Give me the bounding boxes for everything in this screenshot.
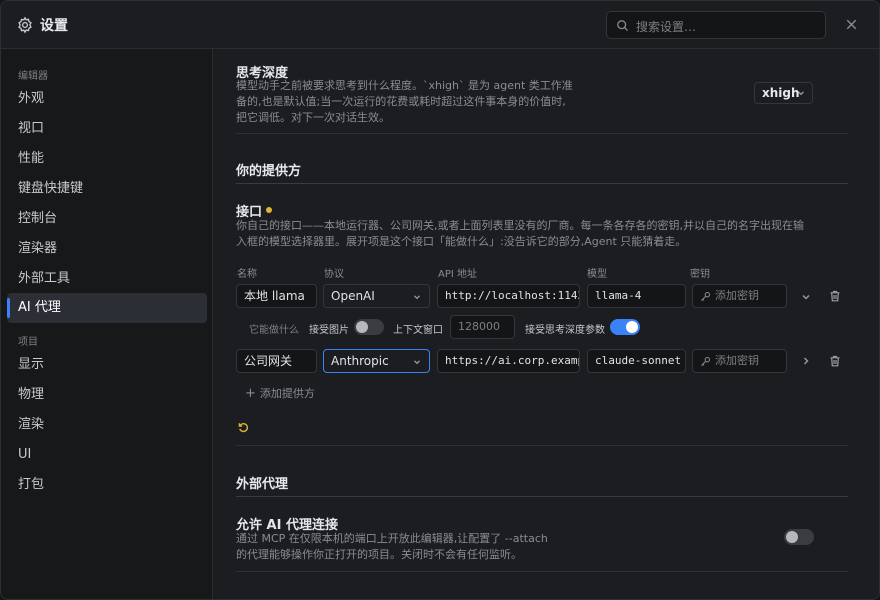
divider: [236, 183, 848, 184]
provider-key-placeholder: 添加密钥: [715, 289, 759, 302]
chevron-down-icon: [798, 91, 804, 96]
external-agents-section-title: 外部代理: [236, 477, 289, 492]
thinking-depth-value: xhigh: [762, 86, 800, 100]
context-window-input[interactable]: 128000: [450, 315, 515, 339]
settings-header: 设置 搜索设置…: [1, 1, 879, 49]
sidebar-item-appearance[interactable]: 外观: [7, 84, 207, 114]
accept-thinking-toggle[interactable]: [610, 319, 640, 335]
sidebar-group-project: 项目: [18, 337, 38, 348]
key-icon: [701, 291, 711, 301]
context-window-label: 上下文窗口: [393, 325, 443, 336]
sidebar-item-shortcuts[interactable]: 键盘快捷键: [7, 174, 207, 204]
provider-model-input[interactable]: claude-sonnet: [587, 349, 686, 373]
sidebar-item-ui[interactable]: UI: [7, 440, 207, 470]
sidebar-item-viewport[interactable]: 视口: [7, 114, 207, 144]
column-header-api-url: API 地址: [438, 269, 477, 280]
external-desc-line-2: 的代理能够操作你正打开的项目。关闭时不会有任何监听。: [236, 548, 522, 561]
endpoint-desc-line-1: 你自己的接口——本地运行器、公司网关,或者上面列表里没有的厂商。每一条各存各的密…: [236, 219, 804, 232]
sidebar-item-ai-agent[interactable]: AI 代理: [7, 293, 207, 323]
sidebar-item-console[interactable]: 控制台: [7, 204, 207, 234]
thinking-depth-select[interactable]: xhigh: [754, 82, 813, 104]
accept-thinking-label: 接受思考深度参数: [525, 325, 605, 336]
thinking-desc-line-3: 把它调低。对下一次对话生效。: [236, 111, 390, 124]
column-header-key: 密钥: [690, 269, 710, 280]
divider: [236, 133, 848, 134]
external-desc-line-1: 通过 MCP 在仅限本机的端口上开放此编辑器,让配置了 --attach: [236, 532, 548, 545]
thinking-desc-line-2: 备的,也是默认值;当一次运行的花费或耗时超过这件事本身的价值时,: [236, 95, 566, 108]
sidebar-item-display[interactable]: 显示: [7, 350, 207, 380]
sidebar-item-external-tools[interactable]: 外部工具: [7, 264, 207, 294]
divider: [236, 571, 848, 572]
thinking-desc-line-1: 模型动手之前被要求思考到什么程度。`xhigh` 是为 agent 类工作准: [236, 79, 573, 92]
provider-api-url-input[interactable]: https://ai.corp.example: [437, 349, 580, 373]
provider-protocol-select[interactable]: OpenAI: [323, 284, 430, 308]
close-icon[interactable]: [844, 17, 859, 32]
sidebar-item-packaging[interactable]: 打包: [7, 470, 207, 500]
trash-icon[interactable]: [828, 289, 842, 303]
reset-icon[interactable]: [237, 421, 250, 434]
provider-protocol-select[interactable]: Anthropic: [323, 349, 430, 373]
allow-agent-connect-description: 通过 MCP 在仅限本机的端口上开放此编辑器,让配置了 --attach 的代理…: [236, 531, 596, 563]
plus-icon: +: [245, 386, 256, 401]
provider-key-input[interactable]: 添加密钥: [692, 349, 787, 373]
chevron-down-icon[interactable]: [799, 290, 813, 304]
column-header-name: 名称: [237, 269, 257, 280]
column-header-model: 模型: [587, 269, 607, 280]
divider: [236, 496, 848, 497]
chevron-down-icon: [414, 295, 420, 300]
endpoint-desc-line-2: 入框的模型选择器里。展开项是这个接口「能做什么」:没告诉它的部分,Agent 只…: [236, 235, 687, 248]
unsaved-indicator: [266, 207, 272, 213]
allow-agent-connect-toggle[interactable]: [784, 529, 814, 545]
provider-name-input[interactable]: 公司网关: [236, 349, 317, 373]
key-icon: [701, 356, 711, 366]
accept-images-label: 接受图片: [309, 325, 349, 336]
provider-api-url-input[interactable]: http://localhost:11434: [437, 284, 580, 308]
divider: [236, 445, 848, 446]
gear-icon: [18, 16, 32, 34]
provider-model-input[interactable]: llama-4: [587, 284, 686, 308]
search-input[interactable]: 搜索设置…: [606, 11, 826, 39]
sidebar-item-renderer[interactable]: 渲染器: [7, 234, 207, 264]
search-icon: [617, 20, 628, 31]
settings-sidebar: 编辑器 外观 视口 性能 键盘快捷键 控制台 渲染器 外部工具 AI 代理 项目…: [1, 49, 213, 599]
search-placeholder: 搜索设置…: [636, 20, 697, 34]
capabilities-label: 它能做什么: [249, 325, 299, 336]
providers-section-title: 你的提供方: [236, 164, 302, 179]
sidebar-item-rendering[interactable]: 渲染: [7, 410, 207, 440]
add-provider-button[interactable]: + 添加提供方: [245, 385, 315, 401]
provider-protocol-value: Anthropic: [331, 354, 389, 368]
sidebar-item-physics[interactable]: 物理: [7, 380, 207, 410]
column-header-protocol: 协议: [324, 269, 344, 280]
settings-content: 思考深度 模型动手之前被要求思考到什么程度。`xhigh` 是为 agent 类…: [214, 49, 879, 599]
add-provider-label: 添加提供方: [259, 387, 315, 400]
endpoint-description: 你自己的接口——本地运行器、公司网关,或者上面列表里没有的厂商。每一条各存各的密…: [236, 218, 836, 250]
provider-key-input[interactable]: 添加密钥: [692, 284, 787, 308]
settings-window: 设置 搜索设置… 编辑器 外观 视口 性能 键盘快捷键 控制台 渲染器 外部工具…: [0, 0, 880, 600]
provider-key-placeholder: 添加密钥: [715, 354, 759, 367]
sidebar-group-editor: 编辑器: [18, 71, 48, 82]
chevron-down-icon: [414, 360, 420, 365]
trash-icon[interactable]: [828, 354, 842, 368]
sidebar-item-performance[interactable]: 性能: [7, 144, 207, 174]
thinking-depth-description: 模型动手之前被要求思考到什么程度。`xhigh` 是为 agent 类工作准 备…: [236, 78, 576, 126]
provider-name-input[interactable]: 本地 llama: [236, 284, 317, 308]
provider-protocol-value: OpenAI: [331, 289, 375, 303]
page-title: 设置: [40, 18, 68, 34]
accept-images-toggle[interactable]: [354, 319, 384, 335]
chevron-right-icon[interactable]: [799, 354, 813, 368]
